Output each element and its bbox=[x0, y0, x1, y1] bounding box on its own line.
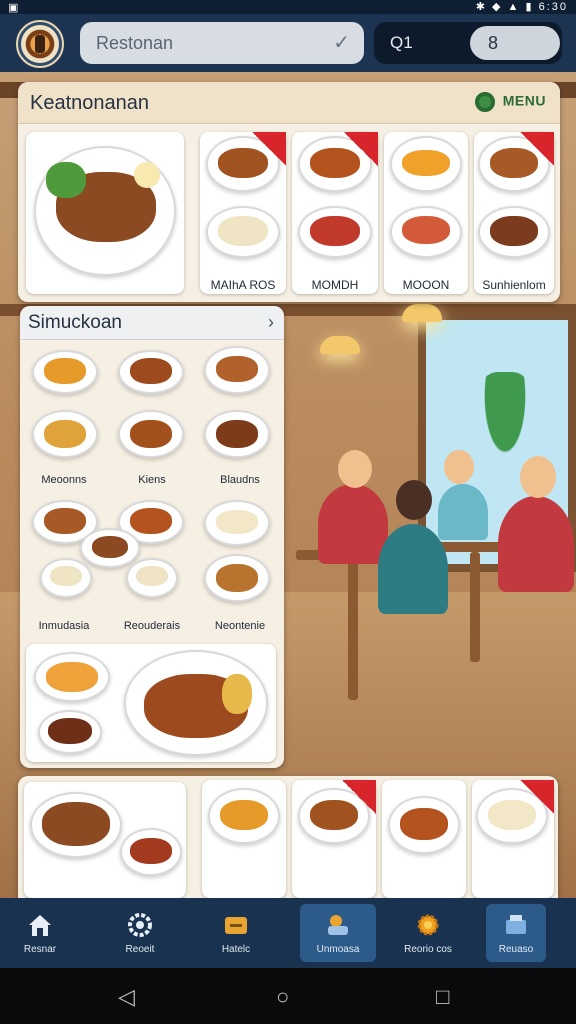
category-panel: Simuckoan › Meoonns Kiens Blaudns Inmuda… bbox=[20, 306, 284, 768]
featured-header: Keatnonanan MENU bbox=[18, 82, 560, 124]
nav-label: Reuaso bbox=[498, 944, 534, 955]
category-label[interactable]: Inmudasia bbox=[20, 620, 108, 632]
nav-item-recipes[interactable]: Reorio cos bbox=[390, 904, 466, 962]
menu-button-label: MENU bbox=[502, 92, 546, 109]
featured-panel: Keatnonanan MENU MAIhA ROS MOMDH MOOON S… bbox=[18, 82, 560, 302]
check-icon[interactable]: ✓ bbox=[333, 22, 350, 64]
store-icon bbox=[506, 915, 526, 934]
home-icon bbox=[29, 915, 51, 936]
folder-icon bbox=[225, 917, 247, 934]
filter-toggle[interactable]: 8 bbox=[470, 26, 560, 60]
flower-icon bbox=[417, 914, 439, 936]
nav-label: Reorio cos bbox=[404, 944, 452, 955]
bottom-navigation: Resnar Reoeit Hatelc Unmoasa Reorio cos … bbox=[0, 898, 576, 968]
category-label[interactable]: Meoonns bbox=[20, 474, 108, 486]
restaurant-logo[interactable] bbox=[16, 20, 64, 68]
dish-card[interactable]: Sunhienlom bbox=[474, 132, 554, 294]
home-button[interactable]: ○ bbox=[276, 984, 289, 1010]
hot-badge bbox=[520, 132, 554, 166]
recents-button[interactable]: □ bbox=[436, 984, 449, 1010]
featured-dish-card[interactable] bbox=[26, 132, 184, 294]
category-header[interactable]: Simuckoan › bbox=[20, 306, 284, 340]
dish-card[interactable] bbox=[24, 782, 186, 898]
toggle-value: 8 bbox=[488, 33, 499, 53]
nav-label: Resnar bbox=[23, 944, 57, 955]
dishes-strip bbox=[18, 776, 558, 898]
hot-badge bbox=[342, 780, 376, 814]
nav-item-files[interactable]: Hatelc bbox=[198, 904, 274, 962]
hot-badge bbox=[520, 780, 554, 814]
dish-label: MOOON bbox=[402, 278, 450, 292]
back-button[interactable]: ◁ bbox=[118, 984, 135, 1010]
quick-filter[interactable]: Q1 8 bbox=[374, 22, 562, 64]
dish-label: MAIhA ROS bbox=[210, 278, 276, 292]
chef-icon bbox=[328, 915, 348, 935]
app-header: Restonan ✓ Q1 8 bbox=[0, 14, 576, 72]
status-icons: ✱ ◆ ▲ ▮ 6:30 bbox=[475, 1, 568, 13]
dish-card[interactable] bbox=[472, 780, 554, 898]
category-label[interactable]: Neontenie bbox=[196, 620, 284, 632]
nav-item-settings[interactable]: Reoeit bbox=[102, 904, 178, 962]
app-screen: ▣ ✱ ◆ ▲ ▮ 6:30 Restonan ✓ Q1 8 Keatnonan… bbox=[0, 0, 576, 1024]
nav-label: Hatelc bbox=[221, 944, 251, 955]
search-bar[interactable]: Restonan ✓ bbox=[80, 22, 364, 64]
nav-item-store[interactable]: Reuaso bbox=[486, 904, 546, 962]
hot-badge bbox=[252, 132, 286, 166]
dish-label: MOMDH bbox=[311, 278, 359, 292]
dish-card[interactable] bbox=[382, 780, 466, 898]
dish-card[interactable]: MAIhA ROS bbox=[200, 132, 286, 294]
gear-icon bbox=[128, 913, 152, 937]
quick-filter-label: Q1 bbox=[390, 33, 413, 52]
menu-button[interactable]: MENU bbox=[474, 92, 546, 112]
category-label[interactable]: Kiens bbox=[108, 474, 196, 486]
dish-card[interactable]: MOMDH bbox=[292, 132, 378, 294]
hot-badge bbox=[344, 132, 378, 166]
nav-item-chef[interactable]: Unmoasa bbox=[300, 904, 376, 962]
nav-label: Reoeit bbox=[125, 944, 155, 955]
status-bar: ▣ ✱ ◆ ▲ ▮ 6:30 bbox=[0, 0, 576, 14]
category-title: Simuckoan bbox=[28, 312, 122, 333]
dish-label: Sunhienlom bbox=[482, 278, 546, 292]
category-label[interactable]: Reouderais bbox=[108, 620, 196, 632]
dish-card[interactable] bbox=[292, 780, 376, 898]
chevron-right-icon[interactable]: › bbox=[268, 312, 274, 333]
notification-icon: ▣ bbox=[8, 2, 19, 14]
nav-item-home[interactable]: Resnar bbox=[2, 904, 78, 962]
dish-card[interactable] bbox=[202, 780, 286, 898]
search-text: Restonan bbox=[96, 33, 174, 53]
category-label[interactable]: Blaudns bbox=[196, 474, 284, 486]
menu-gear-icon bbox=[474, 92, 495, 112]
system-navigation-bar: ◁ ○ □ bbox=[0, 968, 576, 1024]
combo-dish-card[interactable] bbox=[26, 644, 276, 762]
nav-label: Unmoasa bbox=[316, 944, 360, 955]
dish-card[interactable]: MOOON bbox=[384, 132, 468, 294]
featured-title: Keatnonanan bbox=[30, 92, 150, 114]
